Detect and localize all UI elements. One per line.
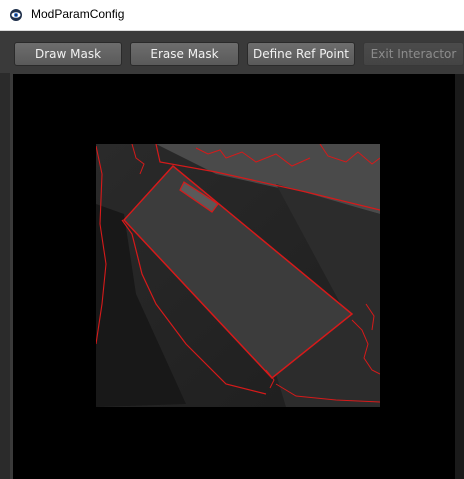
erase-mask-button[interactable]: Erase Mask xyxy=(130,42,239,66)
toolbar: Draw Mask Erase Mask Define Ref Point Ex… xyxy=(0,31,464,73)
app-icon xyxy=(10,9,22,21)
draw-mask-button[interactable]: Draw Mask xyxy=(14,42,122,66)
define-ref-point-button[interactable]: Define Ref Point xyxy=(247,42,355,66)
window-title: ModParamConfig xyxy=(31,7,125,21)
title-bar: ModParamConfig xyxy=(0,0,464,31)
mask-image-canvas[interactable] xyxy=(96,144,380,407)
exit-interactor-button[interactable]: Exit Interactor xyxy=(363,42,464,66)
vertical-scrollbar[interactable] xyxy=(455,74,464,479)
